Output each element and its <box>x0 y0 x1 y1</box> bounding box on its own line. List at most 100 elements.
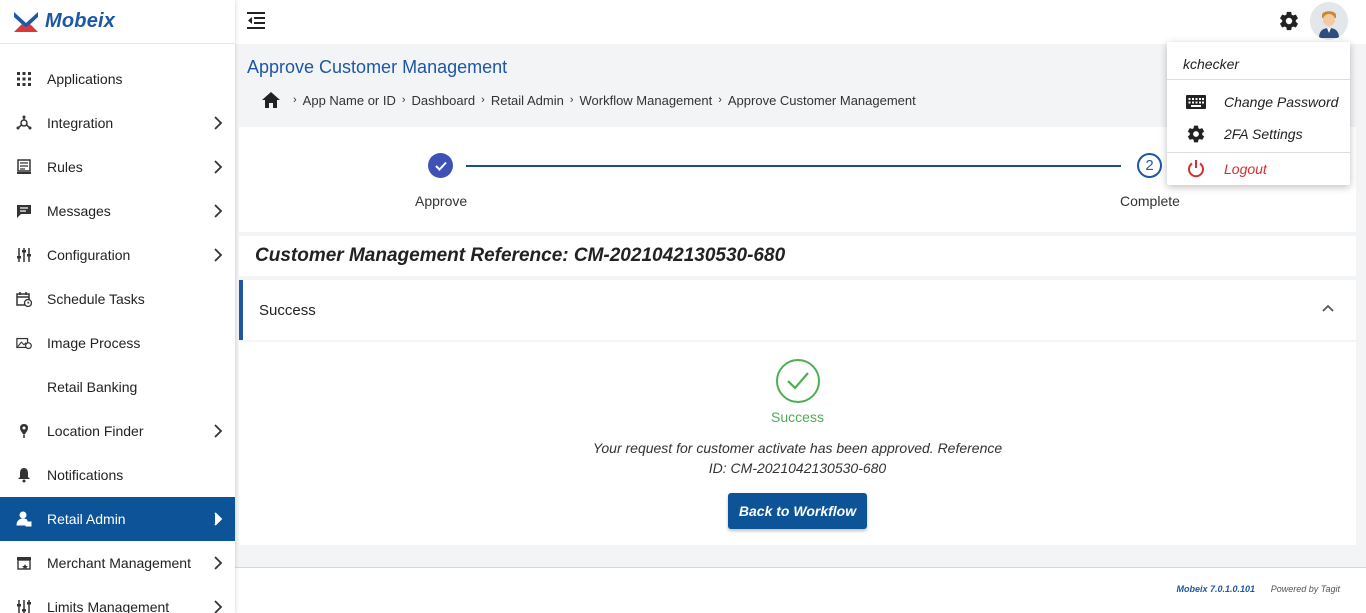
sidebar-item-label: Location Finder <box>47 423 144 439</box>
message-icon <box>16 203 32 219</box>
sidebar-item-label: Messages <box>47 203 111 219</box>
chevron-right-icon <box>214 556 223 570</box>
sidebar-nav: Applications Integration Rules Messages … <box>0 44 235 613</box>
image-process-icon <box>16 335 32 351</box>
menu-item-2fa-settings[interactable]: 2FA Settings <box>1167 118 1350 150</box>
sidebar-item-label: Integration <box>47 115 114 131</box>
mobeix-logo-icon <box>14 11 38 32</box>
sidebar-item-label: Retail Admin <box>47 511 126 527</box>
chevron-up-icon[interactable] <box>1320 300 1336 316</box>
breadcrumb-separator: › <box>401 94 406 106</box>
accordion-body: Success Your request for customer activa… <box>239 342 1356 545</box>
sidebar-item-retail-admin[interactable]: Retail Admin <box>0 497 235 541</box>
footer-version: Mobeix 7.0.1.0.101 <box>1176 584 1255 594</box>
sidebar-item-label: Retail Banking <box>47 379 138 395</box>
sidebar-item-label: Schedule Tasks <box>47 291 145 307</box>
menu-item-change-password[interactable]: Change Password <box>1167 86 1350 118</box>
bell-icon <box>16 467 32 483</box>
sidebar-item-label: Merchant Management <box>47 555 191 571</box>
sidebar-item-label: Applications <box>47 71 123 87</box>
breadcrumb-separator: › <box>569 94 574 106</box>
sidebar-item-label: Limits Management <box>47 599 170 613</box>
limits-icon <box>16 599 32 613</box>
sidebar-item-rules[interactable]: Rules <box>0 145 235 189</box>
breadcrumb-item[interactable]: App Name or ID <box>303 93 396 108</box>
breadcrumb-current: Approve Customer Management <box>727 92 916 108</box>
breadcrumb-separator: › <box>481 94 485 106</box>
chevron-right-icon <box>214 600 223 613</box>
sidebar-item-label: Configuration <box>47 247 131 263</box>
gear-icon <box>1185 124 1207 144</box>
back-to-workflow-button[interactable]: Back to Workflow <box>728 493 867 529</box>
menu-collapse-icon[interactable] <box>245 10 267 32</box>
brand-name: Mobeix <box>45 10 116 32</box>
accordion-title: Success <box>259 302 316 319</box>
chevron-right-icon <box>214 512 223 526</box>
chevron-right-icon <box>214 424 223 438</box>
sidebar-item-merchant-management[interactable]: Merchant Management <box>0 541 235 585</box>
sidebar-item-schedule-tasks[interactable]: Schedule Tasks <box>0 277 235 321</box>
step-approve-indicator <box>428 153 453 178</box>
integration-icon <box>16 115 32 131</box>
breadcrumb: › App Name or ID › Dashboard › Retail Ad… <box>261 90 916 110</box>
sidebar-item-label: Notifications <box>47 467 124 483</box>
success-check-icon <box>776 359 820 403</box>
calendar-icon <box>16 291 32 307</box>
chevron-right-icon <box>214 204 223 218</box>
sidebar-item-retail-banking[interactable]: Retail Banking <box>0 365 235 409</box>
sidebar-item-image-process[interactable]: Image Process <box>0 321 235 365</box>
step-complete-label: Complete <box>1120 193 1180 209</box>
sidebar-item-notifications[interactable]: Notifications <box>0 453 235 497</box>
breadcrumb-item[interactable]: Workflow Management <box>579 93 712 108</box>
sidebar-item-applications[interactable]: Applications <box>0 57 235 101</box>
settings-gear-icon[interactable] <box>1278 10 1300 32</box>
keyboard-icon <box>1185 92 1207 112</box>
home-icon[interactable] <box>261 90 281 110</box>
accordion-header[interactable]: Success <box>239 280 1356 340</box>
menu-item-logout[interactable]: Logout <box>1167 153 1350 185</box>
menu-item-label: Change Password <box>1224 94 1339 110</box>
reference-card: Customer Management Reference: CM-202104… <box>239 236 1356 276</box>
top-bar <box>235 0 1366 44</box>
sliders-icon <box>16 247 32 263</box>
sidebar-item-label: Image Process <box>47 335 141 351</box>
chevron-right-icon <box>214 116 223 130</box>
step-complete-indicator: 2 <box>1137 153 1162 178</box>
breadcrumb-item[interactable]: Retail Admin <box>491 93 564 108</box>
breadcrumb-separator: › <box>293 94 297 106</box>
brand-logo[interactable]: Mobeix <box>0 0 235 44</box>
page-title: Approve Customer Management <box>247 57 508 77</box>
retail-banking-icon <box>16 379 32 395</box>
check-icon <box>434 161 447 171</box>
approval-message: Your request for customer activate has b… <box>592 440 1003 476</box>
breadcrumb-item[interactable]: Dashboard <box>412 93 476 108</box>
chevron-right-icon <box>214 160 223 174</box>
sidebar-item-label: Rules <box>47 159 83 175</box>
menu-item-label: 2FA Settings <box>1224 126 1303 142</box>
sidebar-item-limits-management[interactable]: Limits Management <box>0 585 235 613</box>
avatar-icon <box>1310 2 1348 40</box>
grid-icon <box>16 71 32 87</box>
sidebar-item-configuration[interactable]: Configuration <box>0 233 235 277</box>
user-menu-username: kchecker <box>1167 42 1350 80</box>
admin-icon <box>16 511 32 527</box>
sidebar-item-messages[interactable]: Messages <box>0 189 235 233</box>
store-icon <box>16 555 32 571</box>
step-approve-label: Approve <box>415 193 468 209</box>
breadcrumb-separator: › <box>718 94 722 106</box>
location-pin-icon <box>16 423 32 439</box>
rules-icon <box>16 159 32 175</box>
stepper-connector <box>466 165 1121 167</box>
chevron-right-icon <box>214 248 223 262</box>
sidebar: Mobeix Applications Integration Rules Me… <box>0 0 235 613</box>
user-avatar[interactable] <box>1310 2 1348 40</box>
footer: Mobeix 7.0.1.0.101 Powered by Tagit <box>235 567 1366 613</box>
power-icon <box>1185 159 1207 179</box>
sidebar-item-integration[interactable]: Integration <box>0 101 235 145</box>
success-status: Success <box>771 409 824 425</box>
reference-heading: Customer Management Reference: CM-202104… <box>255 245 786 266</box>
footer-powered-by: Powered by Tagit <box>1270 584 1340 594</box>
sidebar-item-location-finder[interactable]: Location Finder <box>0 409 235 453</box>
user-menu-dropdown: kchecker Change Password 2FA Settings Lo… <box>1167 42 1350 185</box>
menu-item-label: Logout <box>1224 161 1267 177</box>
